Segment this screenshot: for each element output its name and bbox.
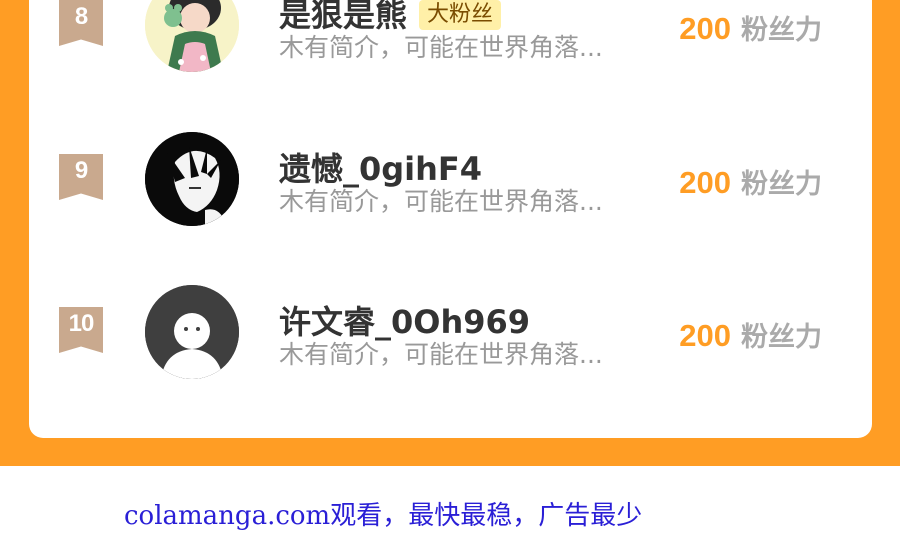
ranking-row-9[interactable]: 9 遗憾_0gihF4 木有简介，可能在世界角落... 200 粉丝力 [29, 126, 872, 226]
rank-badge: 10 [59, 307, 103, 353]
user-intro: 木有简介，可能在世界角落... [279, 340, 603, 369]
user-intro: 木有简介，可能在世界角落... [279, 187, 603, 216]
dark-hair-sketch-avatar[interactable] [145, 132, 239, 226]
site-watermark-text: colamanga.com观看，最快最稳，广告最少 [124, 501, 643, 531]
anime-girl-avatar[interactable] [145, 0, 239, 72]
ranking-row-10[interactable]: 10 许文睿_0Oh969 木有简介，可能在世界角落... 200 粉丝力 [29, 279, 872, 379]
rank-number: 9 [74, 157, 88, 184]
user-intro: 木有简介，可能在世界角落... [279, 33, 603, 62]
rank-badge: 9 [59, 154, 103, 200]
fan-power-value: 200 [679, 318, 731, 353]
fan-power-label: 粉丝力 [741, 322, 822, 353]
rank-badge: 8 [59, 0, 103, 46]
ranking-row-8[interactable]: 8 是狠是熊 大粉丝 木有简介，可能在世界角落... 200 粉丝力 [29, 0, 872, 72]
rank-number: 10 [68, 310, 95, 337]
default-ghost-avatar[interactable] [145, 285, 239, 379]
fan-level-badge: 大粉丝 [419, 0, 502, 30]
fan-power-label: 粉丝力 [741, 15, 822, 46]
fan-power: 200 粉丝力 [679, 162, 822, 201]
fan-power: 200 粉丝力 [679, 8, 822, 47]
fan-power-value: 200 [679, 11, 731, 46]
fan-power-value: 200 [679, 165, 731, 200]
fan-power: 200 粉丝力 [679, 315, 822, 354]
fan-ranking-card: 8 是狠是熊 大粉丝 木有简介，可能在世界角落... 200 粉丝力 9 遗憾_… [29, 0, 872, 438]
fan-power-label: 粉丝力 [741, 169, 822, 200]
rank-number: 8 [74, 3, 88, 30]
